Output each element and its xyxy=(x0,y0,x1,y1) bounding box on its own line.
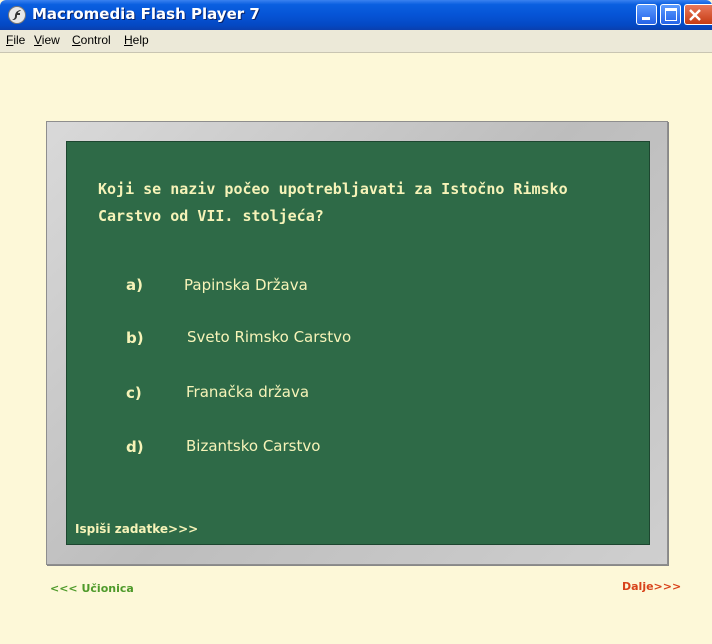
flash-player-icon[interactable] xyxy=(8,6,26,24)
option-a-text[interactable]: Papinska Država xyxy=(184,276,308,294)
minimize-button[interactable] xyxy=(636,4,657,25)
question-text: Koji se naziv počeo upotrebljavati za Is… xyxy=(98,180,568,225)
option-b-text[interactable]: Sveto Rimsko Carstvo xyxy=(187,328,351,346)
option-c-letter[interactable]: c) xyxy=(126,384,142,402)
window-title: Macromedia Flash Player 7 xyxy=(32,5,260,23)
close-icon xyxy=(689,9,701,21)
option-a-letter[interactable]: a) xyxy=(126,276,143,294)
print-tasks-link[interactable]: Ispiši zadatke>>> xyxy=(75,522,198,536)
maximize-button[interactable] xyxy=(660,4,681,25)
option-d-text[interactable]: Bizantsko Carstvo xyxy=(186,437,320,455)
option-c-text[interactable]: Franačka država xyxy=(186,383,309,401)
back-classroom-link[interactable]: <<< Učionica xyxy=(50,582,134,595)
menu-view[interactable]: View xyxy=(34,33,60,47)
menu-help[interactable]: Help xyxy=(124,33,149,47)
option-d-letter[interactable]: d) xyxy=(126,438,144,456)
close-button[interactable] xyxy=(684,4,712,25)
menu-bar: File View Control Help xyxy=(0,30,712,53)
menu-file[interactable]: File xyxy=(6,33,25,47)
option-b-letter[interactable]: b) xyxy=(126,329,144,347)
next-link[interactable]: Dalje>>> xyxy=(622,580,681,593)
title-bar[interactable]: Macromedia Flash Player 7 xyxy=(0,0,712,30)
menu-control[interactable]: Control xyxy=(72,33,111,47)
